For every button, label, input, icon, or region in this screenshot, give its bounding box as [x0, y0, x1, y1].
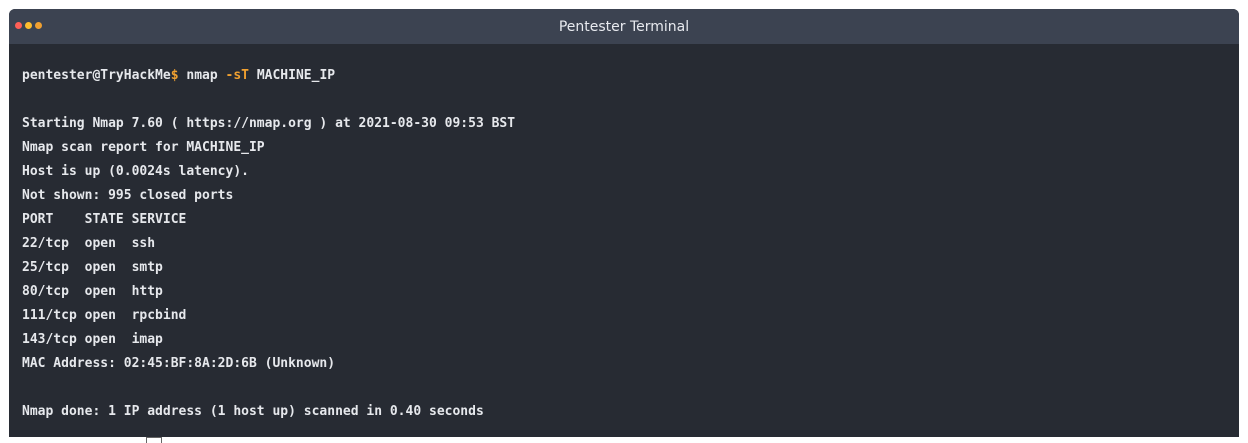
output-line: Host is up (0.0024s latency). [22, 164, 249, 179]
command-line: pentester@TryHackMe$ nmap -sT MACHINE_IP [22, 64, 1227, 88]
partial-icon [146, 437, 162, 443]
output-line: Not shown: 995 closed ports [22, 188, 234, 203]
output-line: 22/tcp open ssh [22, 236, 156, 251]
terminal-output[interactable]: pentester@TryHackMe$ nmap -sT MACHINE_IP… [9, 44, 1239, 424]
output-line: Nmap scan report for MACHINE_IP [22, 140, 265, 155]
output-line: 111/tcp open rpcbind [22, 308, 187, 323]
scan-done-line: Nmap done: 1 IP address (1 host up) scan… [22, 404, 484, 419]
command-flag: -sT [225, 68, 249, 83]
page: Pentester Terminal pentester@TryHackMe$ … [0, 0, 1248, 443]
output-line: 25/tcp open smtp [22, 260, 163, 275]
prompt-symbol: $ [170, 68, 179, 83]
output-line: 80/tcp open http [22, 284, 163, 299]
prompt-user-host: pentester@TryHackMe [22, 68, 171, 83]
window-title: Pentester Terminal [558, 19, 690, 35]
command-target: MACHINE_IP [256, 68, 336, 83]
output-line: Starting Nmap 7.60 ( https://nmap.org ) … [22, 116, 516, 131]
terminal-window: Pentester Terminal pentester@TryHackMe$ … [9, 9, 1239, 437]
command-name: nmap [186, 68, 218, 83]
title-bar: Pentester Terminal [9, 9, 1239, 44]
output-line: MAC Address: 02:45:BF:8A:2D:6B (Unknown) [22, 356, 336, 371]
output-line: 143/tcp open imap [22, 332, 163, 347]
output-line: PORT STATE SERVICE [22, 212, 187, 227]
